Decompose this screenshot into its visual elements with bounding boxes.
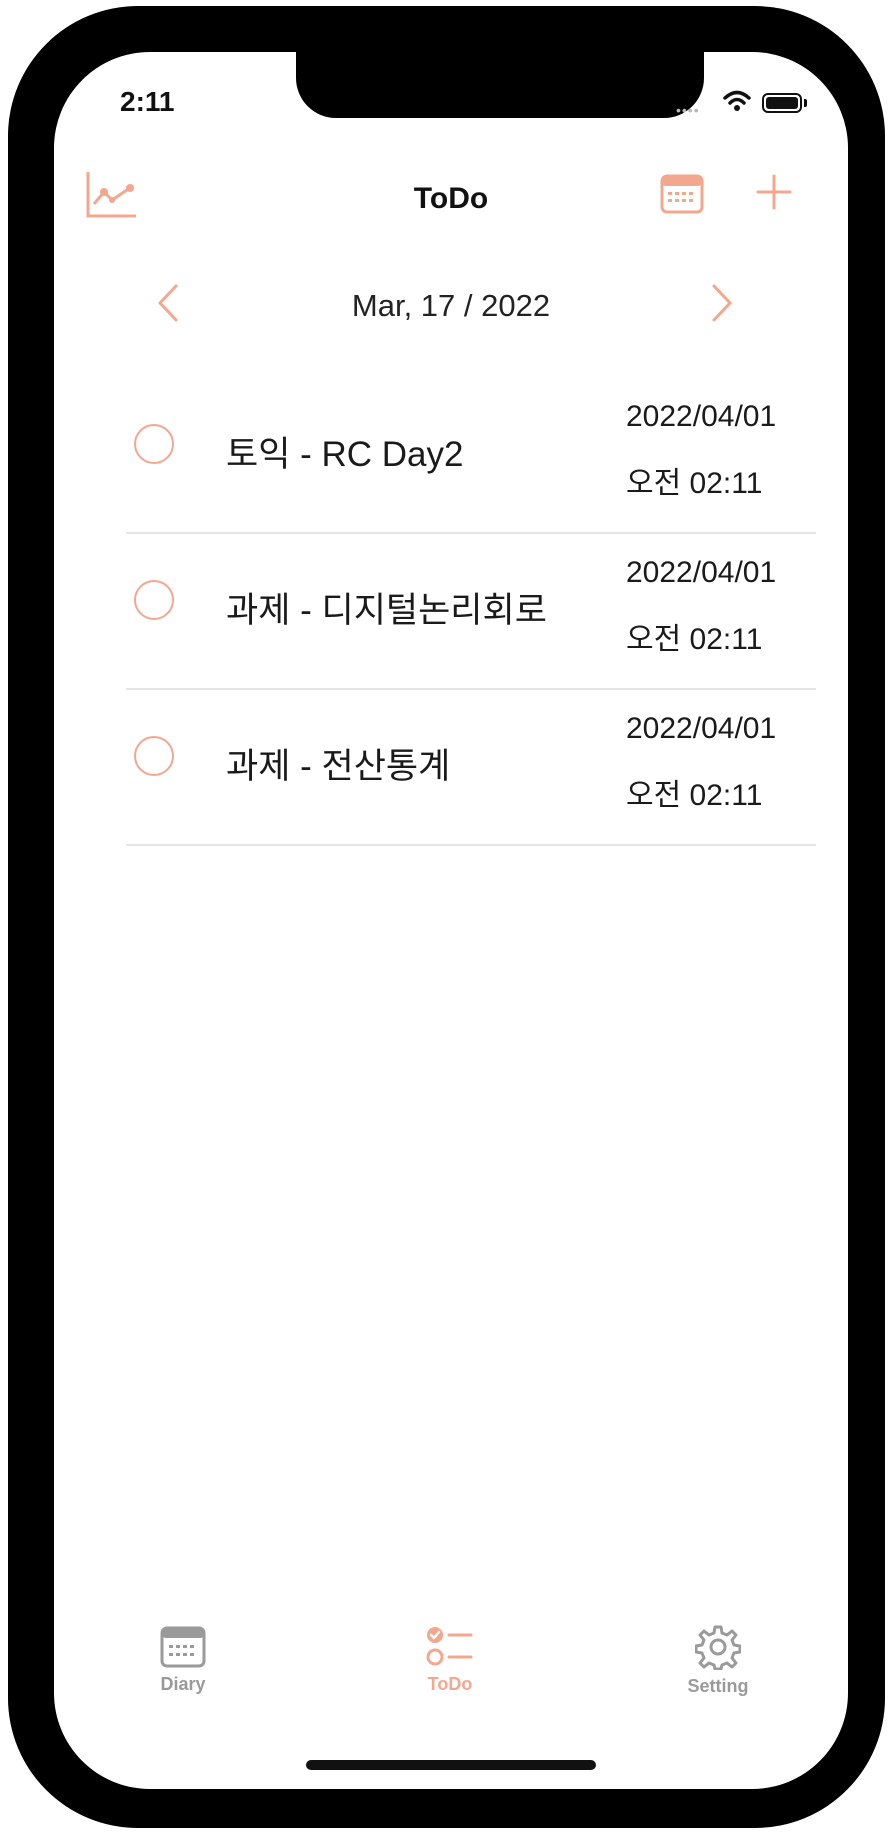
todo-date: 2022/04/01 xyxy=(626,400,777,433)
todo-time: 오전 02:11 xyxy=(626,467,763,500)
todo-checkbox[interactable] xyxy=(134,424,174,464)
battery-cap xyxy=(804,99,807,107)
todo-item[interactable]: 과제 - 전산통계 2022/04/01 오전 02:11 xyxy=(126,690,816,846)
calendar-button[interactable] xyxy=(660,172,704,219)
chevron-right-icon xyxy=(712,284,732,322)
navigation-bar: ToDo xyxy=(54,162,848,232)
status-time: 2:11 xyxy=(120,86,175,117)
device-frame: 2:11 •••• ToDo Mar, 17 / 2022 토익 - RC Da… xyxy=(8,6,885,1828)
todo-title: 과제 - 디지털논리회로 xyxy=(226,591,547,630)
gear-icon xyxy=(695,1625,741,1670)
todo-title: 토익 - RC Day2 xyxy=(226,435,464,474)
date-navigator: Mar, 17 / 2022 xyxy=(54,274,848,334)
app-screen: 2:11 •••• ToDo Mar, 17 / 2022 토익 - RC Da… xyxy=(54,52,848,1789)
tab-todo-label: ToDo xyxy=(427,1674,473,1694)
wifi-icon xyxy=(723,90,751,111)
todo-checkbox[interactable] xyxy=(134,580,174,620)
todo-list: 토익 - RC Day2 2022/04/01 오전 02:11 과제 - 디지… xyxy=(126,378,816,846)
tab-diary[interactable]: Diary xyxy=(103,1624,263,1714)
tab-bar: Diary ToDo Setting xyxy=(54,1624,848,1734)
tab-todo[interactable]: ToDo xyxy=(370,1624,530,1714)
notch xyxy=(296,52,704,118)
tab-diary-label: Diary xyxy=(160,1674,206,1694)
next-day-button[interactable] xyxy=(708,282,736,329)
status-indicators: •••• xyxy=(676,88,816,118)
calendar-icon xyxy=(660,174,704,214)
battery-icon xyxy=(762,93,802,113)
todo-time: 오전 02:11 xyxy=(626,779,763,812)
todo-date: 2022/04/01 xyxy=(626,556,777,589)
todo-date: 2022/04/01 xyxy=(626,712,777,745)
todo-title: 과제 - 전산통계 xyxy=(226,747,451,786)
todo-checkbox[interactable] xyxy=(134,736,174,776)
calendar-icon xyxy=(160,1626,206,1668)
plus-icon xyxy=(756,174,792,210)
tab-setting-label: Setting xyxy=(687,1676,749,1696)
add-todo-button[interactable] xyxy=(754,172,794,217)
checklist-icon xyxy=(426,1627,473,1666)
todo-item[interactable]: 토익 - RC Day2 2022/04/01 오전 02:11 xyxy=(126,378,816,534)
signal-icon: •••• xyxy=(676,102,700,118)
todo-item[interactable]: 과제 - 디지털논리회로 2022/04/01 오전 02:11 xyxy=(126,534,816,690)
tab-setting[interactable]: Setting xyxy=(638,1624,798,1714)
todo-time: 오전 02:11 xyxy=(626,623,763,656)
home-indicator[interactable] xyxy=(306,1760,596,1770)
page-title: ToDo xyxy=(413,182,489,215)
